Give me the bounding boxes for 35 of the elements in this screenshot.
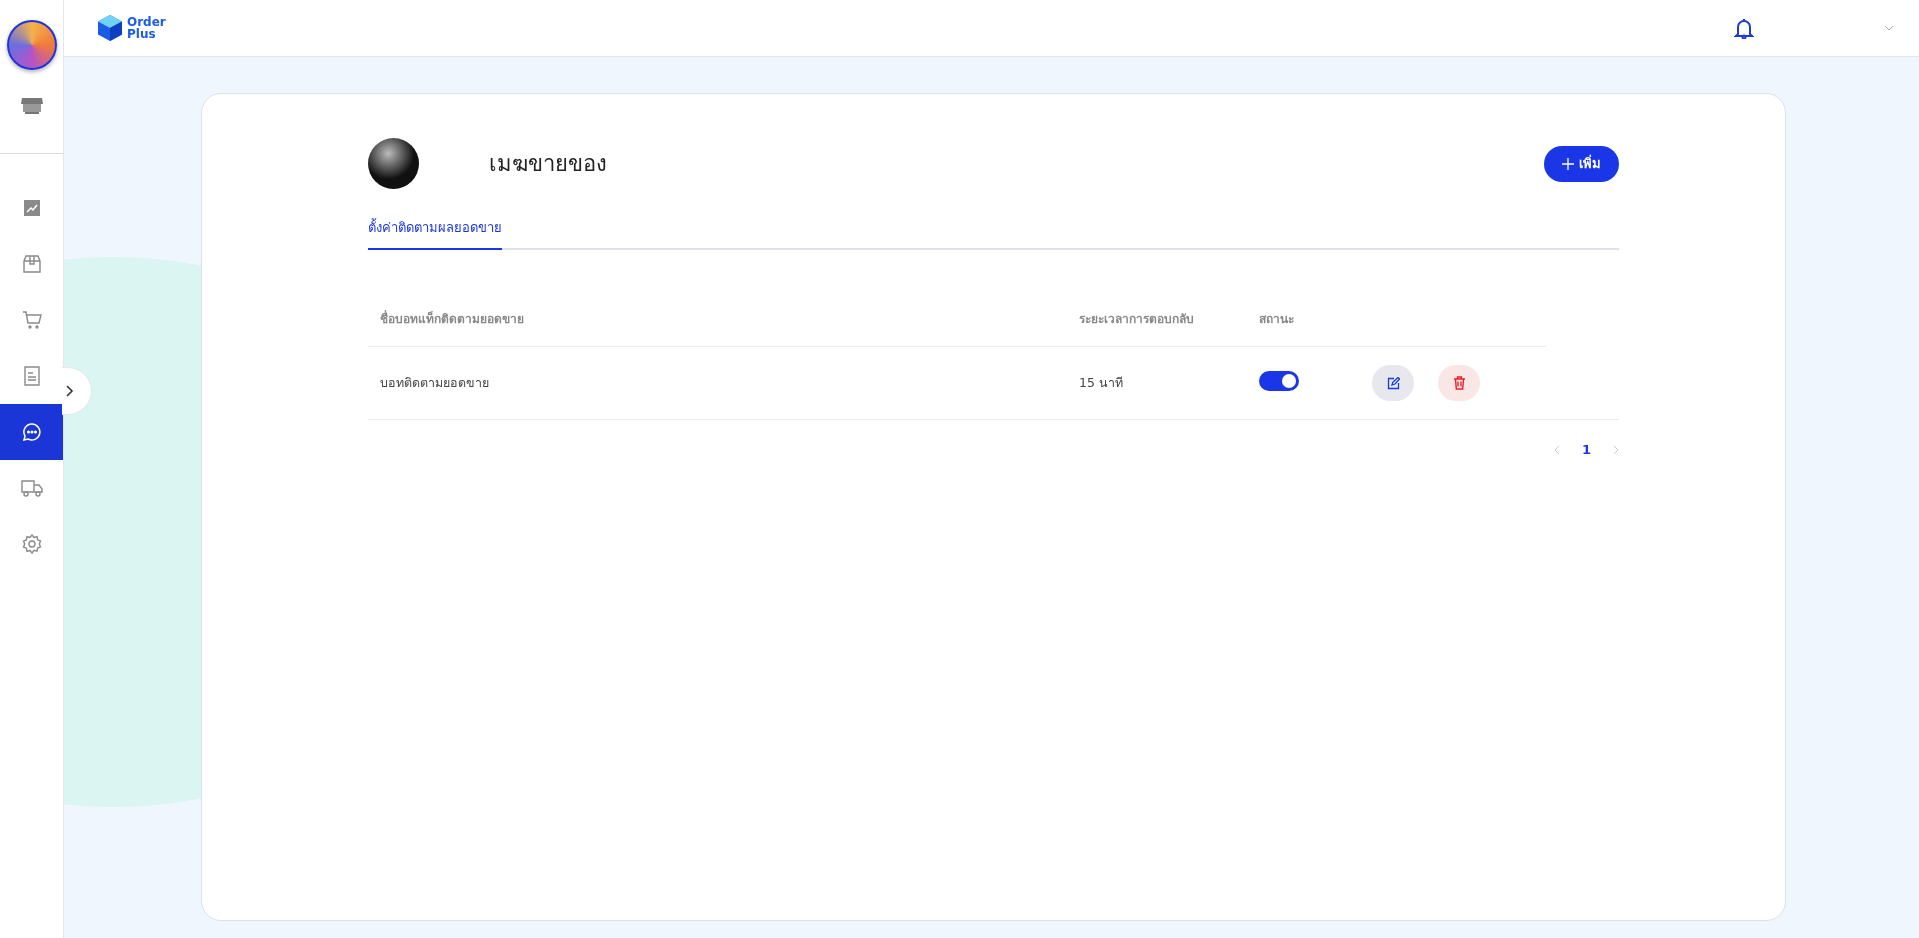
store-logo-picture[interactable] <box>6 20 57 70</box>
previous-page-button[interactable] <box>1553 444 1560 455</box>
settings-icon <box>21 534 42 554</box>
column-header: ชื่อบอทแท็กติดตามยอดขาย <box>379 309 525 328</box>
logo-text: Order Plus <box>127 16 166 40</box>
box-icon <box>21 254 42 274</box>
chat-icon <box>21 422 42 442</box>
delete-button[interactable] <box>1438 365 1480 401</box>
document-icon <box>22 366 41 386</box>
sidebar-nav-item[interactable] <box>0 404 63 460</box>
cart-icon <box>21 310 42 330</box>
cube-logo-icon <box>97 14 123 42</box>
truck-icon <box>20 479 43 497</box>
table-cell-text: 15 นาที <box>1079 374 1124 392</box>
page-number[interactable]: 1 <box>1581 442 1591 457</box>
shop-avatar-photo-placeholder <box>368 138 419 189</box>
column-header: ระยะเวลาการตอบกลับ <box>1079 310 1195 328</box>
next-page-button[interactable] <box>1613 444 1619 455</box>
notification-bell-icon[interactable] <box>1734 17 1754 39</box>
tab[interactable]: ตั้งค่าติดตามผลยอดขาย <box>368 217 502 250</box>
status-toggle[interactable] <box>1259 371 1299 391</box>
add-button[interactable]: เพิ่ม <box>1544 145 1619 182</box>
column-header: สถานะ <box>1259 310 1295 328</box>
dropdown-caret-icon[interactable] <box>1884 25 1894 31</box>
edit-icon <box>1386 376 1400 390</box>
table-cell-text: บอทติดตามยอดขาย <box>379 374 490 392</box>
chevron-right-icon <box>1613 444 1619 455</box>
chevron-left-icon <box>1553 444 1560 455</box>
storefront-icon[interactable] <box>20 96 43 116</box>
chevron-right-icon <box>66 385 74 397</box>
trash-icon <box>1452 376 1466 390</box>
shop-name: เมฆขายของ <box>489 150 608 178</box>
chart-icon <box>22 199 41 217</box>
plus-icon <box>1562 157 1574 170</box>
edit-button[interactable] <box>1372 365 1414 401</box>
